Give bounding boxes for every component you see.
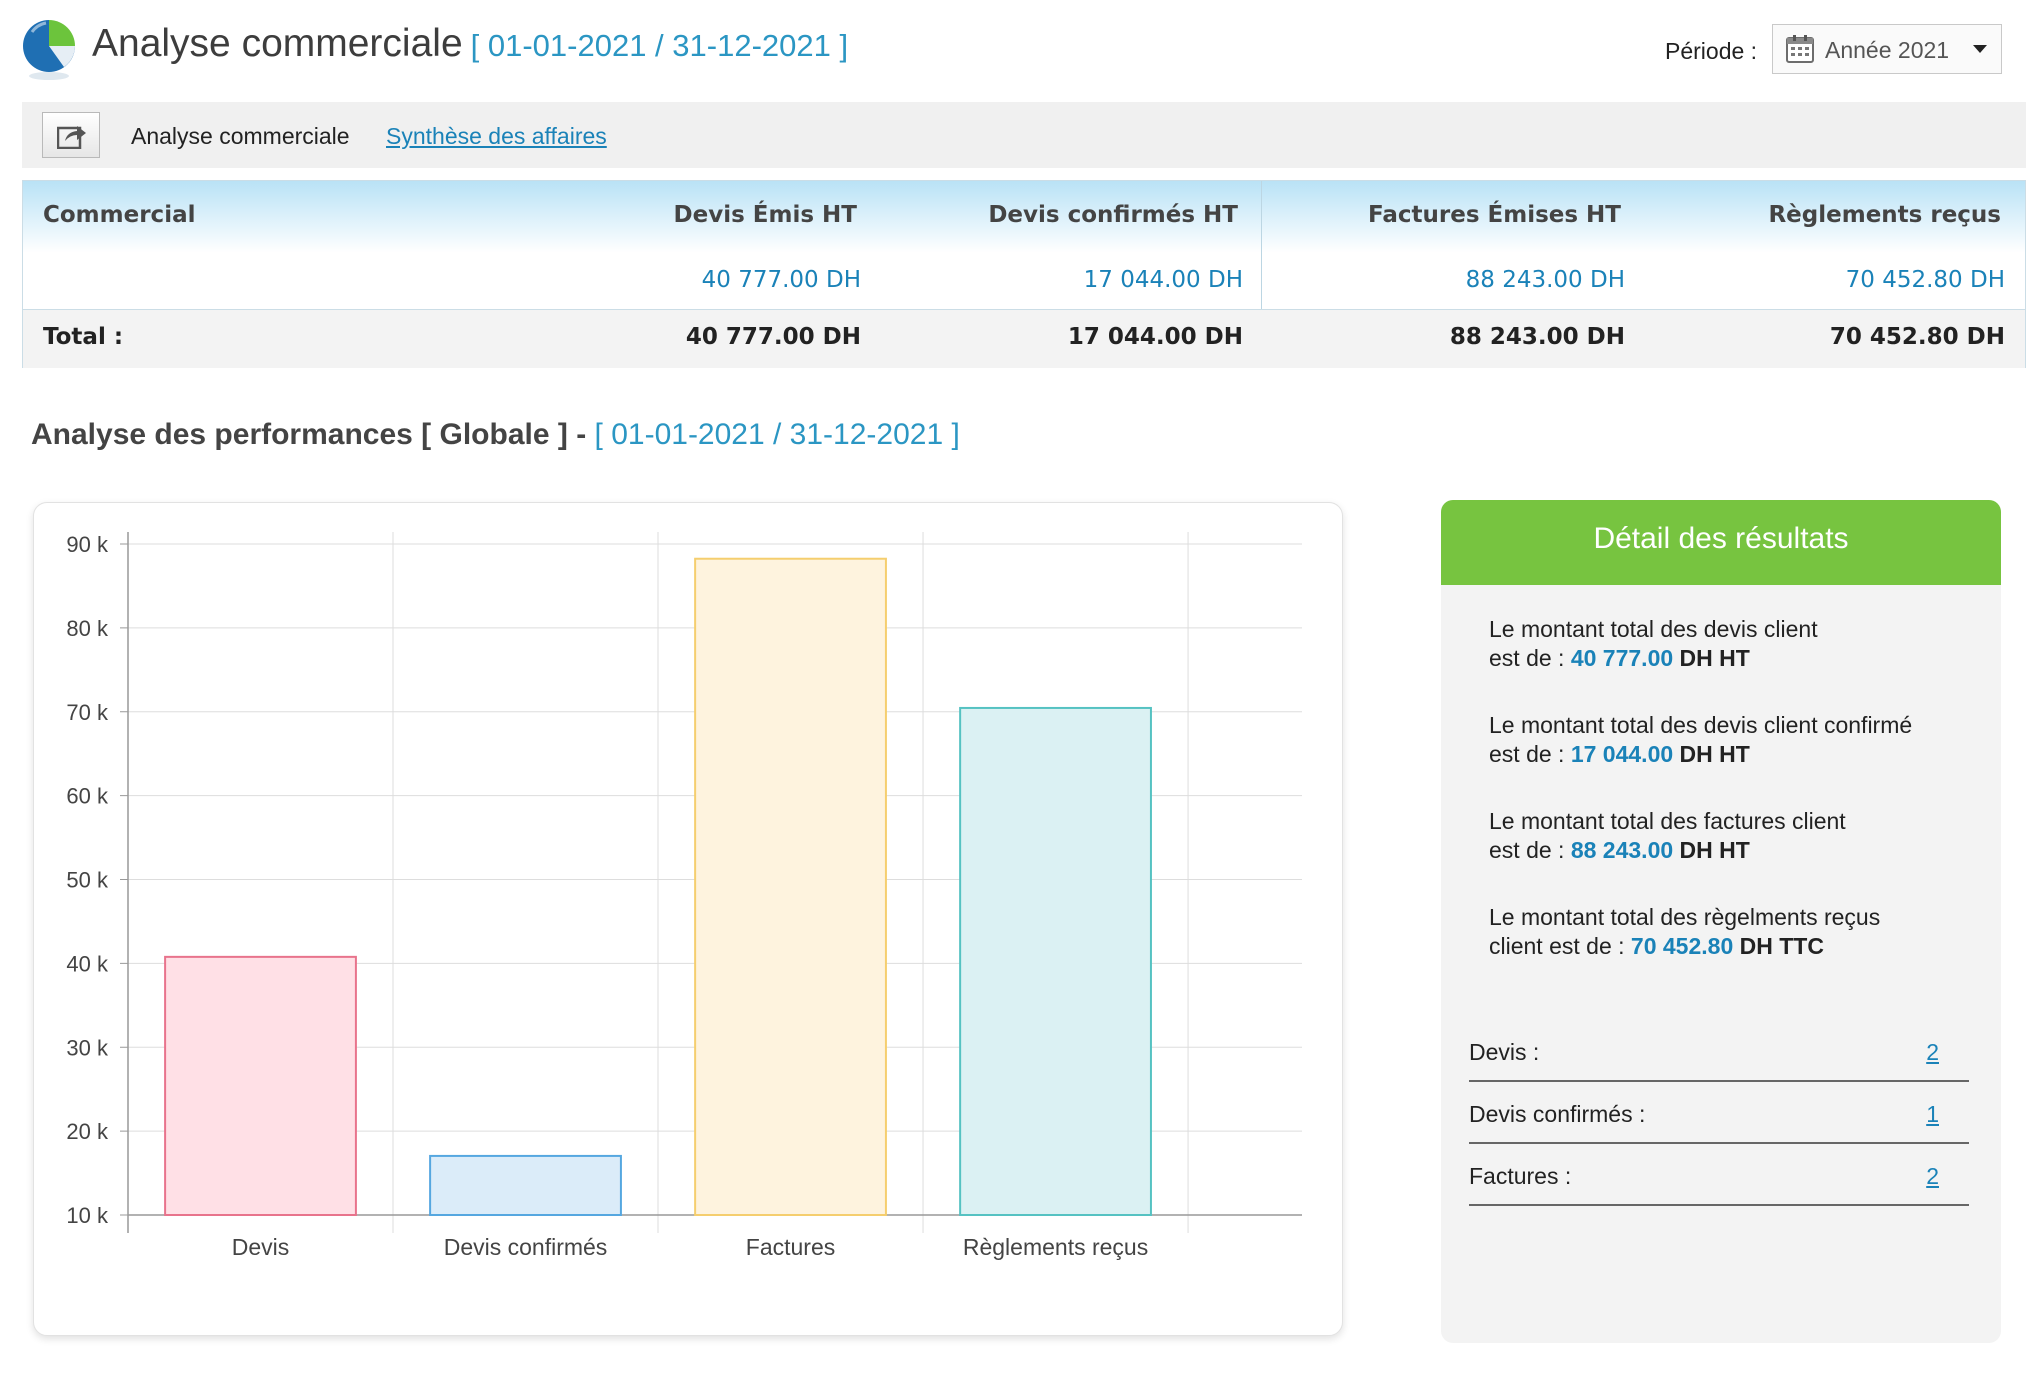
sentence-line: Le montant total des règelments reçus [1489, 904, 1881, 930]
column-header-devis-emis: Devis Émis HT [673, 202, 857, 228]
sentence-amount: 88 243.00 [1570, 837, 1674, 863]
y-tick-label: 70 k [66, 700, 109, 725]
bar-2 [694, 557, 887, 1217]
section-dash: - [576, 418, 587, 451]
export-button[interactable] [42, 112, 100, 158]
page-title-text: Analyse commerciale [92, 22, 463, 65]
synthese-affaires-link[interactable]: Synthèse des affaires [386, 123, 607, 150]
total-factures-emises: 88 243.00 DH [1449, 324, 1625, 350]
sentence-line: Le montant total des devis client confir… [1489, 712, 1913, 738]
toolbar: Analyse commerciale Synthèse des affaire… [22, 102, 2026, 168]
sentence-amount: 70 452.80 [1630, 933, 1734, 959]
toolbar-current-view: Analyse commerciale [131, 123, 350, 149]
sentence-amount: 40 777.00 [1570, 645, 1674, 671]
export-icon [57, 126, 86, 149]
count-link-factures[interactable]: 2 [1926, 1163, 1939, 1190]
y-tick-label: 60 k [66, 784, 109, 809]
detail-reglements-sentence: Le montant total des règelments reçus cl… [1489, 903, 1969, 961]
chevron-down-icon [1973, 45, 1987, 53]
y-tick-label: 90 k [66, 532, 109, 557]
sentence-prefix: est de : [1489, 645, 1565, 671]
page-date-range: [ 01-01-2021 / 31-12-2021 ] [470, 28, 849, 63]
x-category-label: Factures [746, 1234, 835, 1260]
total-devis-emis: 40 777.00 DH [685, 324, 861, 350]
y-tick-label: 20 k [66, 1119, 109, 1144]
section-title: Analyse des performances [ Globale ] - [… [31, 418, 960, 452]
cell-devis-emis: 40 777.00 DH [701, 267, 861, 293]
count-link-devis-confirmes[interactable]: 1 [1926, 1101, 1939, 1128]
bar-1 [429, 1154, 622, 1217]
x-category-label: Règlements reçus [963, 1234, 1148, 1260]
sentence-amount: 17 044.00 [1570, 741, 1674, 767]
count-row-factures: Factures : 2 [1469, 1144, 1969, 1206]
y-tick-label: 50 k [66, 868, 109, 893]
detail-panel: Détail des résultats Le montant total de… [1441, 500, 2001, 1343]
detail-panel-header: Détail des résultats [1441, 500, 2001, 585]
y-tick-label: 80 k [66, 616, 109, 641]
sentence-prefix: client est de : [1489, 933, 1625, 959]
period-label: Période : [1665, 38, 1758, 64]
detail-factures-sentence: Le montant total des factures client est… [1489, 807, 1969, 865]
y-tick-label: 10 k [66, 1203, 109, 1228]
performance-chart-card: 10 k 20 k 30 k 40 k 50 k 60 k 70 k 80 k 90 k Devi… [33, 502, 1343, 1336]
cell-factures-emises: 88 243.00 DH [1465, 267, 1625, 293]
sentence-prefix: est de : [1489, 837, 1565, 863]
total-row [23, 309, 2025, 368]
performance-bar-chart: 10 k 20 k 30 k 40 k 50 k 60 k 70 k 80 k 90 k Devi… [66, 532, 1302, 1260]
column-header-reglements-recus: Règlements reçus [1768, 202, 2001, 228]
column-divider [1261, 181, 1262, 309]
y-tick-label: 30 k [66, 1035, 109, 1060]
detail-panel-title: Détail des résultats [1593, 522, 1849, 555]
section-title-text: Analyse des performances [ Globale ] [31, 418, 568, 451]
column-header-commercial: Commercial [43, 202, 196, 228]
sentence-line: Le montant total des devis client [1489, 616, 1818, 642]
count-row-devis: Devis : 2 [1469, 1020, 1969, 1082]
count-label: Devis : [1469, 1039, 1540, 1065]
period-select[interactable]: Année 2021 [1772, 24, 2002, 74]
cell-reglements-recus: 70 452.80 DH [1845, 267, 2005, 293]
cell-devis-confirmes: 17 044.00 DH [1083, 267, 1243, 293]
sentence-prefix: est de : [1489, 741, 1565, 767]
column-header-factures-emises: Factures Émises HT [1367, 202, 1621, 228]
sentence-unit: DH HT [1679, 837, 1750, 863]
page-title: Analyse commerciale[ 01-01-2021 / 31-12-… [92, 22, 848, 66]
section-date-range: [ 01-01-2021 / 31-12-2021 ] [594, 418, 960, 451]
bar-0 [164, 955, 357, 1216]
pie-chart-logo-icon [20, 16, 80, 84]
period-value: Année 2021 [1825, 37, 1950, 63]
detail-devis-confirmes-sentence: Le montant total des devis client confir… [1489, 711, 1969, 769]
bar-3 [959, 706, 1152, 1216]
count-label: Factures : [1469, 1163, 1572, 1189]
sentence-unit: DH TTC [1739, 933, 1824, 959]
total-label: Total : [43, 324, 124, 350]
sentence-unit: DH HT [1679, 645, 1750, 671]
count-label: Devis confirmés : [1469, 1101, 1646, 1127]
column-header-devis-confirmes: Devis confirmés HT [988, 202, 1238, 228]
summary-table: Commercial Devis Émis HT Devis confirmés… [22, 180, 2026, 368]
sentence-unit: DH HT [1679, 741, 1750, 767]
total-reglements-recus: 70 452.80 DH [1829, 324, 2005, 350]
x-category-label: Devis confirmés [444, 1234, 608, 1260]
sentence-line: Le montant total des factures client [1489, 808, 1846, 834]
table-header: Commercial Devis Émis HT Devis confirmés… [23, 181, 2025, 253]
count-row-devis-confirmes: Devis confirmés : 1 [1469, 1082, 1969, 1144]
total-devis-confirmes: 17 044.00 DH [1067, 324, 1243, 350]
detail-devis-sentence: Le montant total des devis client est de… [1489, 615, 1969, 673]
y-tick-label: 40 k [66, 951, 109, 976]
calendar-icon [1785, 34, 1815, 64]
x-category-label: Devis [232, 1234, 290, 1260]
count-link-devis[interactable]: 2 [1926, 1039, 1939, 1066]
